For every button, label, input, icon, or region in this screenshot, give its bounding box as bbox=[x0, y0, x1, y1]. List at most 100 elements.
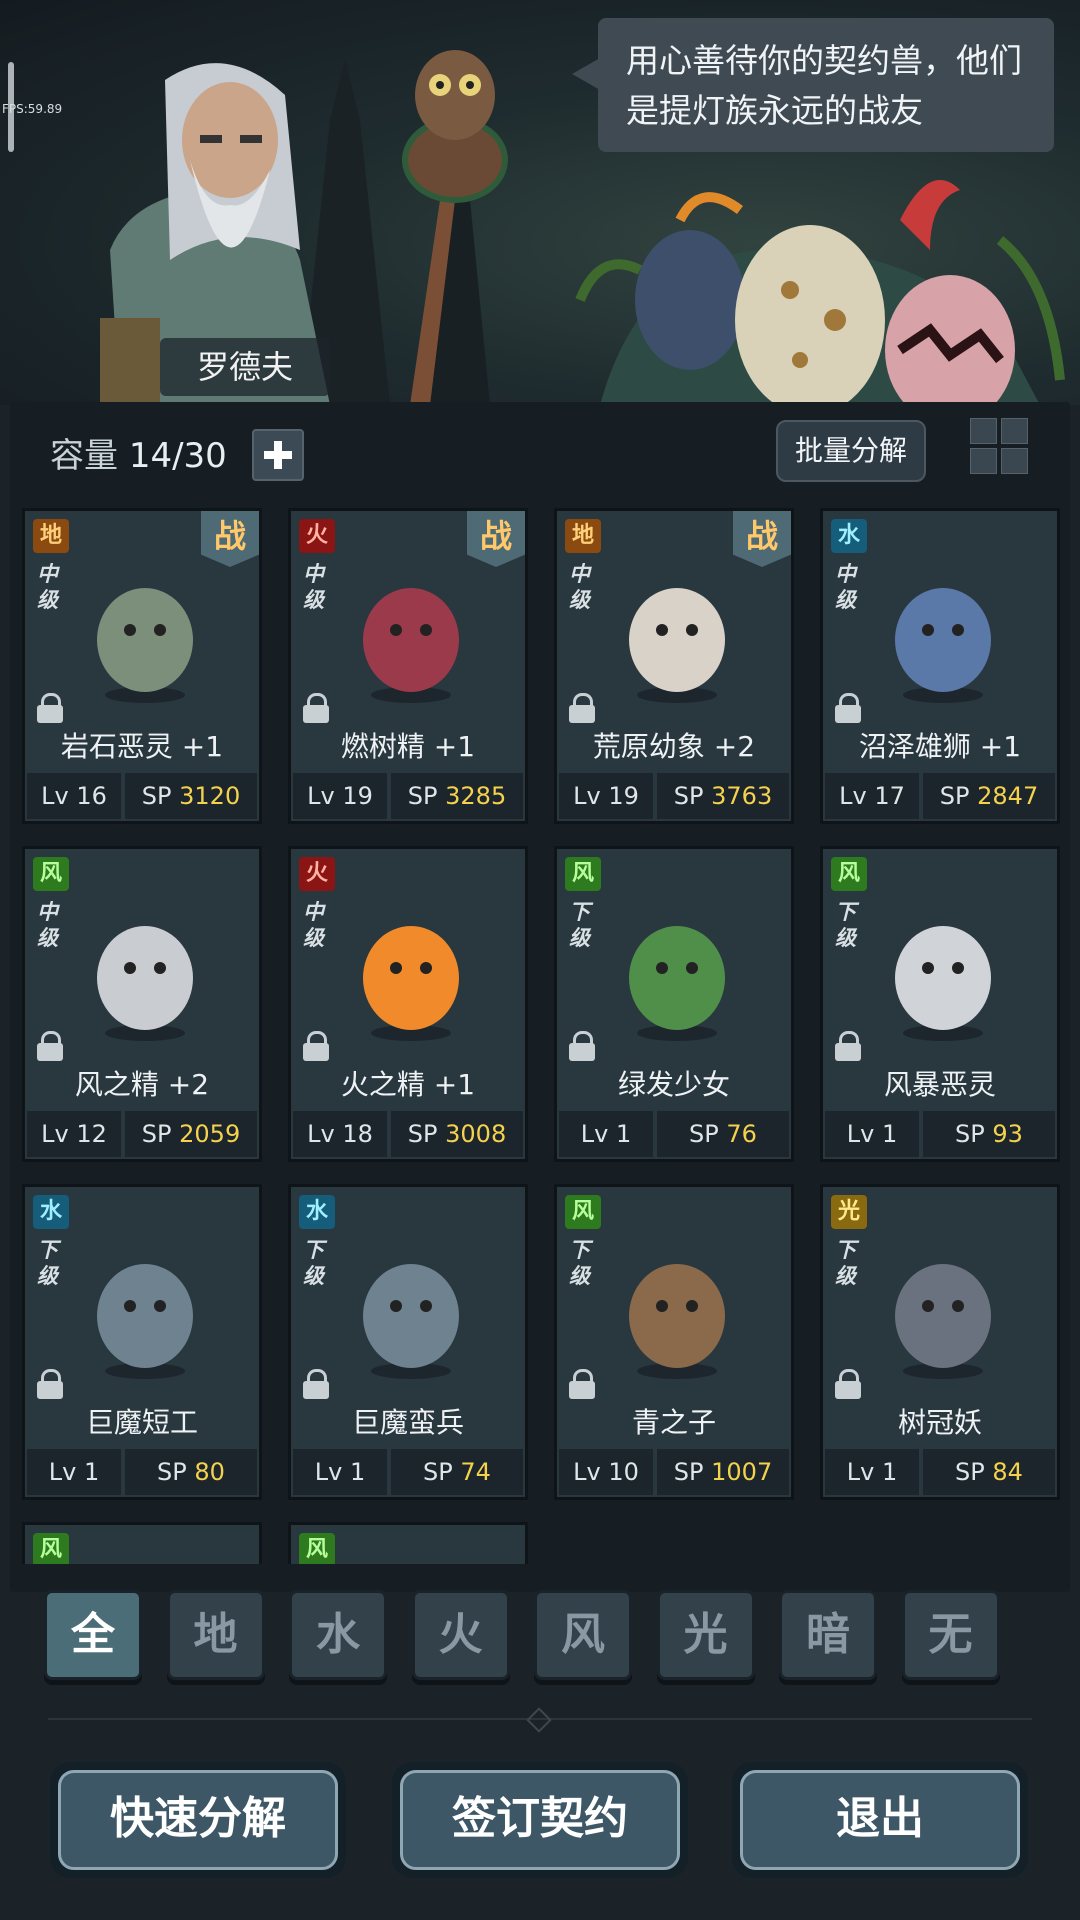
pet-portrait bbox=[75, 555, 215, 705]
pet-card[interactable]: 风中级 风之精 +2 Lv 12 SP 2059 bbox=[22, 846, 262, 1162]
sp-label: SP bbox=[157, 1458, 187, 1486]
filter-tab[interactable]: 全 bbox=[44, 1590, 142, 1680]
pet-name: 燃树精 +1 bbox=[340, 730, 476, 763]
pet-name: 火之精 +1 bbox=[340, 1068, 476, 1101]
lock-icon[interactable] bbox=[835, 1031, 861, 1061]
lock-icon[interactable] bbox=[303, 1031, 329, 1061]
pet-card[interactable]: 地中级战荒原幼象 +2 Lv 19 SP 3763 bbox=[554, 508, 794, 824]
element-badge: 火 bbox=[299, 857, 335, 891]
pet-name: 巨魔蛮兵 bbox=[351, 1406, 464, 1439]
lock-icon[interactable] bbox=[835, 693, 861, 723]
element-badge: 风 bbox=[565, 857, 601, 891]
sp-value: 74 bbox=[460, 1458, 491, 1486]
pet-card[interactable]: 风下级 青之子 Lv 10 SP 1007 bbox=[554, 1184, 794, 1500]
sp-label: SP bbox=[141, 1120, 172, 1148]
sp-value: 3120 bbox=[179, 782, 241, 810]
lock-icon[interactable] bbox=[37, 693, 63, 723]
grade-label: 中级 bbox=[37, 562, 58, 612]
npc-scene: FPS:59.89 用心善待你的契约兽，他们是提灯族永远的战友 罗德夫 bbox=[0, 0, 1080, 405]
pet-level: Lv 10 bbox=[559, 1449, 653, 1495]
pet-name: 风之精 +2 bbox=[74, 1068, 210, 1101]
filter-tab[interactable]: 水 bbox=[289, 1590, 387, 1680]
pet-stats: Lv 1 SP 74 bbox=[293, 1449, 523, 1495]
sign-contract-button[interactable]: 签订契约 bbox=[392, 1762, 688, 1878]
pet-stats: Lv 1 SP 84 bbox=[825, 1449, 1055, 1495]
pet-stats: Lv 10 SP 1007 bbox=[559, 1449, 789, 1495]
pet-portrait bbox=[75, 1231, 215, 1381]
pet-sp: SP 74 bbox=[391, 1449, 523, 1495]
element-badge: 风 bbox=[33, 857, 69, 891]
capacity-value: 14/30 bbox=[128, 436, 227, 476]
filter-tab[interactable]: 火 bbox=[411, 1590, 510, 1680]
pet-card[interactable]: 水下级巨魔蛮兵 Lv 1 SP 74 bbox=[288, 1184, 528, 1500]
pet-stats: Lv 1 SP 93 bbox=[825, 1111, 1055, 1157]
batch-decompose-button[interactable]: 批量分解 bbox=[776, 420, 926, 482]
lock-icon[interactable] bbox=[303, 1369, 329, 1399]
pet-card[interactable]: 火中级 火之精 +1 Lv 18 SP 3008 bbox=[288, 846, 528, 1162]
pet-level: Lv 1 bbox=[27, 1449, 121, 1495]
pet-sp: SP 3285 bbox=[391, 773, 523, 819]
pet-card[interactable]: 风 bbox=[288, 1522, 528, 1567]
element-badge: 火 bbox=[299, 519, 335, 553]
grade-label: 下级 bbox=[37, 1238, 58, 1288]
pet-level: Lv 1 bbox=[825, 1449, 919, 1495]
sp-value: 1007 bbox=[711, 1458, 773, 1486]
grade-label: 下级 bbox=[569, 900, 590, 950]
element-badge: 水 bbox=[831, 519, 867, 553]
capacity-label: 容量 bbox=[50, 436, 118, 476]
divider-ornament-icon bbox=[524, 1708, 552, 1730]
pet-sp: SP 3763 bbox=[657, 773, 789, 819]
filter-tab[interactable]: 光 bbox=[656, 1590, 755, 1680]
pet-card[interactable]: 水中级 沼泽雄狮 +1 Lv 17 SP 2847 bbox=[820, 508, 1060, 824]
pet-card[interactable]: 风 bbox=[22, 1522, 262, 1567]
lock-icon[interactable] bbox=[37, 1031, 63, 1061]
pet-level: Lv 17 bbox=[825, 773, 919, 819]
pet-card[interactable]: 水下级 巨魔短工 Lv 1 SP 80 bbox=[22, 1184, 262, 1500]
lock-icon[interactable] bbox=[37, 1369, 63, 1399]
lock-icon[interactable] bbox=[835, 1369, 861, 1399]
lock-icon[interactable] bbox=[569, 1369, 595, 1399]
pet-sp: SP 3120 bbox=[125, 773, 257, 819]
pet-stats: Lv 1 SP 80 bbox=[27, 1449, 257, 1495]
pet-level: Lv 19 bbox=[559, 773, 653, 819]
lock-icon[interactable] bbox=[569, 1031, 595, 1061]
sp-label: SP bbox=[939, 782, 970, 810]
element-badge: 地 bbox=[565, 519, 601, 553]
pet-card[interactable]: 火中级战燃树精 +1 Lv 19 SP 3285 bbox=[288, 508, 528, 824]
sp-label: SP bbox=[955, 1458, 985, 1486]
pet-card[interactable]: 风下级 绿发少女 Lv 1 SP 76 bbox=[554, 846, 794, 1162]
pet-card[interactable]: 风下级 风暴恶灵 Lv 1 SP 93 bbox=[820, 846, 1060, 1162]
pet-sp: SP 1007 bbox=[657, 1449, 789, 1495]
pet-name: 沼泽雄狮 +1 bbox=[858, 730, 1022, 763]
element-badge: 风 bbox=[831, 857, 867, 891]
element-badge: 水 bbox=[299, 1195, 335, 1229]
pet-portrait bbox=[607, 1231, 747, 1381]
sp-label: SP bbox=[407, 782, 438, 810]
filter-tab[interactable]: 暗 bbox=[779, 1590, 877, 1680]
pet-name: 青之子 bbox=[631, 1406, 716, 1439]
panel-fade bbox=[10, 1564, 1070, 1588]
sp-label: SP bbox=[689, 1120, 719, 1148]
lock-icon[interactable] bbox=[569, 693, 595, 723]
sp-label: SP bbox=[423, 1458, 453, 1486]
pet-card[interactable]: 光下级 树冠妖 Lv 1 SP 84 bbox=[820, 1184, 1060, 1500]
pet-portrait bbox=[341, 893, 481, 1043]
lock-icon[interactable] bbox=[303, 693, 329, 723]
pet-portrait bbox=[75, 893, 215, 1043]
exit-label: 退出 bbox=[740, 1770, 1020, 1870]
pet-sp: SP 84 bbox=[923, 1449, 1055, 1495]
grid-view-icon[interactable] bbox=[970, 418, 1028, 474]
pet-stats: Lv 18 SP 3008 bbox=[293, 1111, 523, 1157]
exit-button[interactable]: 退出 bbox=[732, 1762, 1028, 1878]
pet-card[interactable]: 地中级战岩石恶灵 +1 Lv 16 SP 3120 bbox=[22, 508, 262, 824]
filter-tab[interactable]: 风 bbox=[534, 1590, 632, 1680]
element-badge: 风 bbox=[565, 1195, 601, 1229]
quick-decompose-button[interactable]: 快速分解 bbox=[50, 1762, 346, 1878]
sp-value: 3008 bbox=[445, 1120, 507, 1148]
expand-capacity-button[interactable] bbox=[252, 429, 304, 481]
filter-tab[interactable]: 无 bbox=[901, 1590, 1000, 1680]
grade-label: 下级 bbox=[303, 1238, 324, 1288]
pet-sp: SP 3008 bbox=[391, 1111, 523, 1157]
element-badge: 风 bbox=[299, 1533, 335, 1567]
filter-tab[interactable]: 地 bbox=[166, 1590, 265, 1680]
